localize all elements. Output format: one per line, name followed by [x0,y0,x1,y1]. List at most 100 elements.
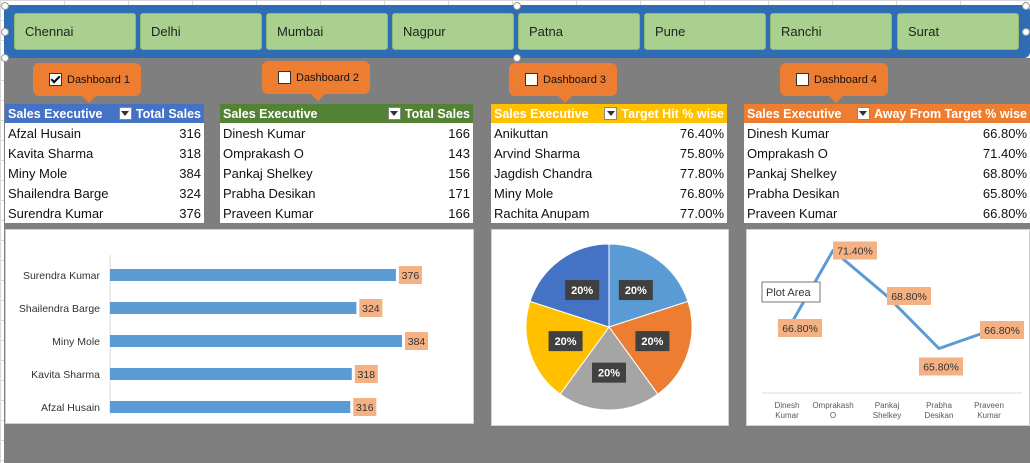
table-row[interactable]: Praveen Kumar 66.80% [744,203,1030,223]
slicer-item-mumbai[interactable]: Mumbai [266,13,388,50]
filter-icon[interactable] [604,107,618,120]
filter-icon[interactable] [387,107,401,120]
checkbox-icon[interactable] [796,73,809,86]
category-label: Surendra Kumar [23,270,101,282]
table-row[interactable]: Prabha Desikan 65.80% [744,183,1030,203]
checkbox-icon[interactable] [278,71,291,84]
resize-handle-top-left[interactable] [1,2,9,10]
row-name: Prabha Desikan [223,185,316,201]
slicer-item-nagpur[interactable]: Nagpur [392,13,514,50]
table-row[interactable]: Jagdish Chandra 77.80% [491,163,727,183]
category-label: Kavita Sharma [31,369,100,381]
data-label: 324 [362,303,380,315]
dashboard-3-label: Dashboard 3 [543,73,606,86]
table-header: Sales Executive Total Sales [5,104,204,123]
slicer-item-ranchi[interactable]: Ranchi [770,13,892,50]
row-value: 171 [448,185,470,201]
row-value: 324 [179,185,201,201]
header-sales-executive: Sales Executive [8,106,103,121]
dashboard-1-label: Dashboard 1 [67,73,130,86]
pie-chart: 20% 20% 20% 20% 20% [525,243,693,411]
bar-chart-panel[interactable]: Surendra Kumar 376 Shailendra Barge 324 Miny… [5,229,474,424]
slicer-item-pune[interactable]: Pune [644,13,766,50]
row-name: Afzal Husain [8,125,81,141]
header-total-sales: Total Sales [404,106,470,121]
data-label: 316 [356,402,374,414]
category-label: Afzal Husain [41,402,100,414]
filter-icon[interactable] [856,107,870,120]
pivot-table-total-sales-2: Sales Executive Total Sales Dinesh Kumar… [220,104,473,223]
resize-handle-top[interactable] [513,2,521,10]
filter-icon[interactable] [118,107,132,120]
category-label: Omprakash [812,401,853,410]
row-value: 77.80% [679,165,724,181]
table-row[interactable]: Kavita Sharma 318 [5,143,204,163]
bar [110,269,396,281]
row-name: Omprakash O [223,145,304,161]
category-label: Kumar [775,411,799,420]
row-name: Praveen Kumar [223,205,314,221]
checkbox-icon[interactable] [49,73,62,86]
row-value: 65.80% [982,185,1027,201]
row-name: Omprakash O [747,145,828,161]
row-name: Miny Mole [494,185,554,201]
table-row[interactable]: Prabha Desikan 171 [220,183,473,203]
bar [110,302,357,314]
table-row[interactable]: Dinesh Kumar 166 [220,123,473,143]
row-name: Rachita Anupam [494,205,590,221]
line-chart-panel[interactable]: 66.80% 71.40% 68.80% 65.80% 66.80% Dinesh Kuma… [746,229,1030,426]
dashboard-4-checkbox[interactable]: Dashboard 4 [780,63,888,103]
tooltip-text: Plot Area [766,287,812,299]
header-sales-executive: Sales Executive [747,106,842,121]
table-row[interactable]: Omprakash O 71.40% [744,143,1030,163]
table-row[interactable]: Pankaj Shelkey 156 [220,163,473,183]
dashboard-3-checkbox[interactable]: Dashboard 3 [509,63,617,103]
dashboard-2-checkbox[interactable]: Dashboard 2 [262,61,370,101]
category-label: O [830,411,836,420]
table-row[interactable]: Miny Mole 76.80% [491,183,727,203]
header-total-sales: Total Sales [135,106,201,121]
bar-chart: Surendra Kumar 376 Shailendra Barge 324 Miny… [19,255,428,416]
table-row[interactable]: Anikuttan 76.40% [491,123,727,143]
table-header: Sales Executive Total Sales [220,104,473,123]
row-name: Pankaj Shelkey [747,165,837,181]
category-label: Kumar [977,411,1001,420]
header-away-from-target: Away From Target % wise [873,106,1027,121]
row-name: Dinesh Kumar [223,125,306,141]
row-name: Praveen Kumar [747,205,838,221]
table-row[interactable]: Rachita Anupam 77.00% [491,203,727,223]
table-row[interactable]: Dinesh Kumar 66.80% [744,123,1030,143]
table-row[interactable]: Shailendra Barge 324 [5,183,204,203]
category-label: Shelkey [873,411,901,420]
slicer-item-delhi[interactable]: Delhi [140,13,262,50]
resize-handle-bottom[interactable] [513,54,521,62]
slicer-item-surat[interactable]: Surat [897,13,1019,50]
pivot-table-total-sales-1: Sales Executive Total Sales Afzal Husain… [5,104,204,223]
pie-chart-panel[interactable]: 20% 20% 20% 20% 20% [491,229,729,426]
row-name: Prabha Desikan [747,185,840,201]
resize-handle-bottom-left[interactable] [1,54,9,62]
table-row[interactable]: Afzal Husain 316 [5,123,204,143]
table-row[interactable]: Surendra Kumar 376 [5,203,204,223]
city-slicer: Chennai Delhi Mumbai Nagpur Patna Pune R… [4,5,1030,58]
slicer-item-chennai[interactable]: Chennai [14,13,136,50]
table-row[interactable]: Pankaj Shelkey 68.80% [744,163,1030,183]
data-label: 65.80% [923,362,959,374]
dashboard-1-checkbox[interactable]: Dashboard 1 [33,63,141,103]
checkbox-icon[interactable] [525,73,538,86]
resize-handle-top-right[interactable] [1022,2,1030,10]
data-label: 20% [598,368,620,380]
table-row[interactable]: Praveen Kumar 166 [220,203,473,223]
table-row[interactable]: Arvind Sharma 75.80% [491,143,727,163]
row-name: Kavita Sharma [8,145,94,161]
category-label: Miny Mole [52,336,100,348]
row-value: 166 [448,125,470,141]
table-row[interactable]: Omprakash O 143 [220,143,473,163]
resize-handle-left[interactable] [1,28,9,36]
resize-handle-right[interactable] [1022,28,1030,36]
data-label: 384 [408,336,426,348]
table-row[interactable]: Miny Mole 384 [5,163,204,183]
row-name: Dinesh Kumar [747,125,830,141]
data-label: 318 [358,369,376,381]
slicer-item-patna[interactable]: Patna [518,13,640,50]
